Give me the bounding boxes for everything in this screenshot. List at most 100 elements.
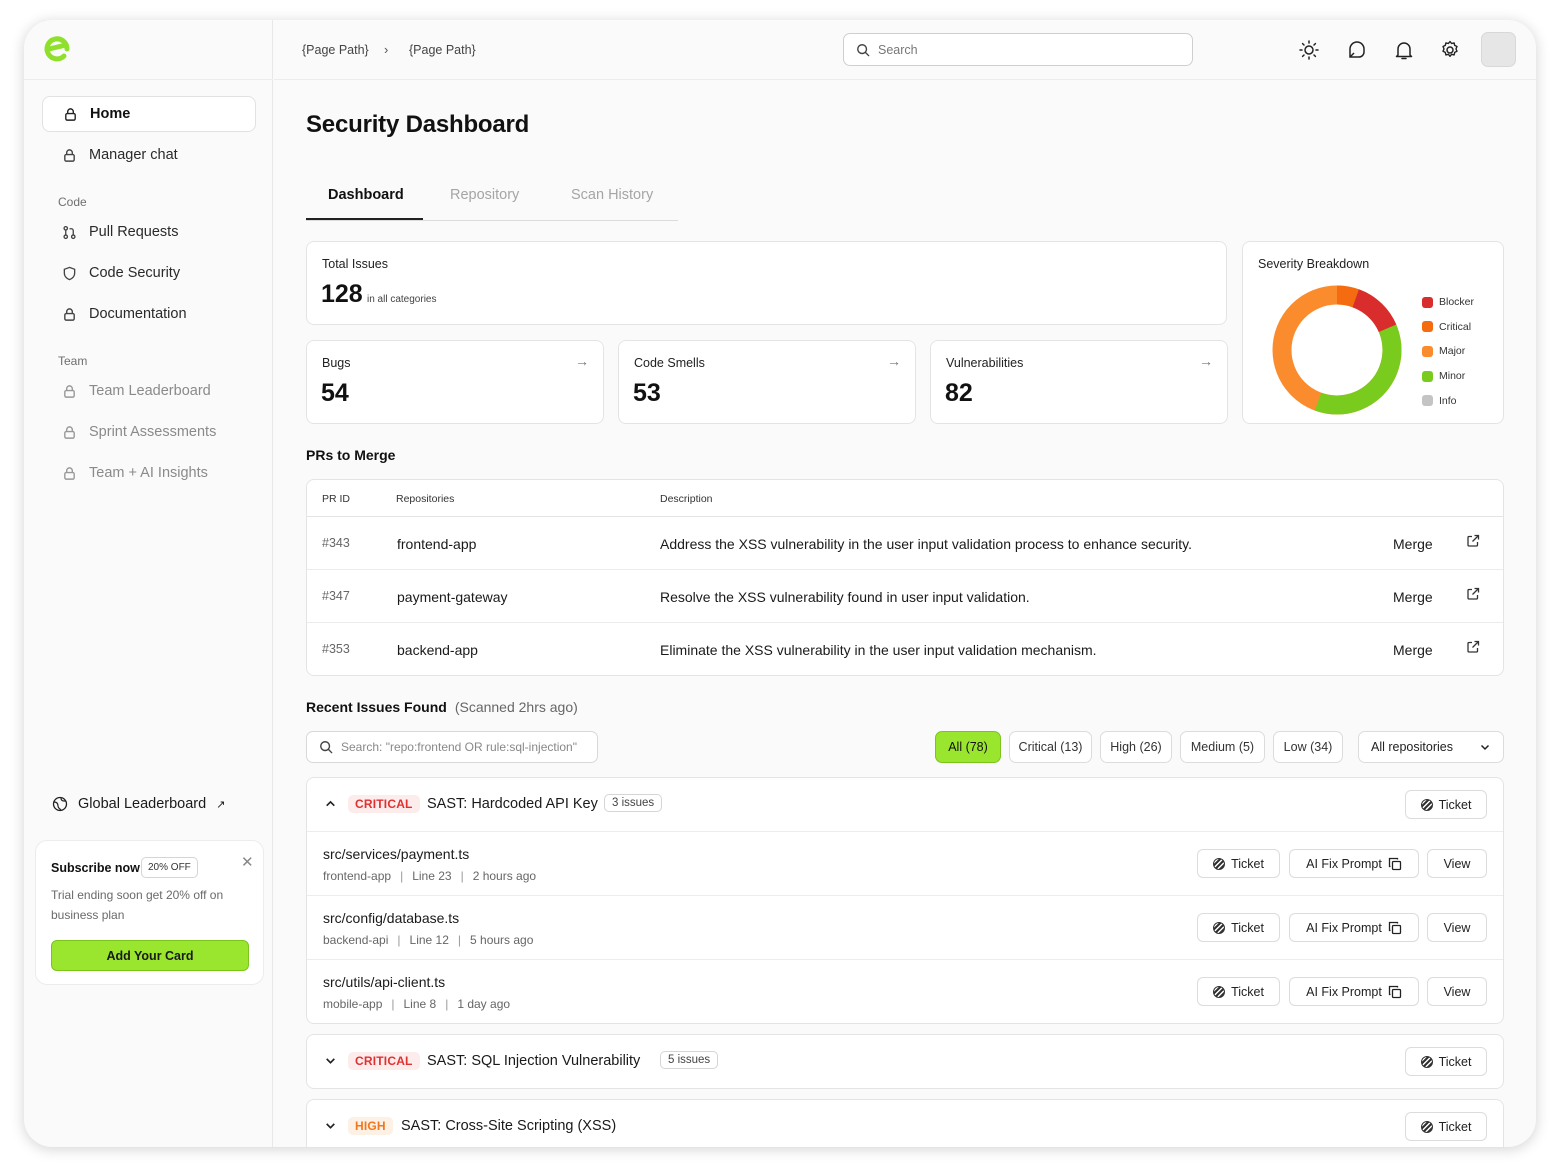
tab-dashboard[interactable]: Dashboard [328, 187, 404, 203]
arrow-right-icon: → [575, 353, 589, 369]
filter-chip-medium[interactable]: Medium (5) [1180, 731, 1265, 763]
issue-count-badge: 5 issues [660, 1051, 719, 1069]
issue-group-header[interactable]: CRITICAL SAST: Hardcoded API Key 3 issue… [307, 778, 1503, 831]
global-leaderboard-link[interactable]: Global Leaderboard ↗ [52, 796, 225, 812]
legend-label: Minor [1439, 370, 1466, 383]
sidebar-item-label: Sprint Assessments [89, 424, 217, 440]
search-input[interactable]: Search [843, 33, 1193, 66]
severity-breakdown-title: Severity Breakdown [1258, 257, 1370, 271]
severity-breakdown-card: Severity Breakdown Blocker Critical Majo… [1242, 241, 1504, 424]
lock-icon [64, 466, 75, 480]
issue-group-header[interactable]: HIGH SAST: Cross-Site Scripting (XSS) Ti… [307, 1100, 1503, 1147]
legend-swatch [1422, 370, 1433, 382]
chevron-up-icon[interactable] [324, 797, 337, 810]
ticket-label: Ticket [1438, 1119, 1472, 1134]
ticket-button[interactable]: Ticket [1405, 1047, 1487, 1076]
ticket-button[interactable]: Ticket [1405, 790, 1487, 819]
gear-icon[interactable] [1439, 39, 1461, 61]
filter-chip-low[interactable]: Low (34) [1273, 731, 1343, 763]
code-smells-card[interactable]: Code Smells → 53 [618, 340, 916, 424]
globe-icon [52, 796, 68, 812]
search-icon [857, 43, 870, 56]
ticket-icon [1213, 985, 1226, 998]
filter-chip-critical[interactable]: Critical (13) [1009, 731, 1092, 763]
vulnerabilities-value: 82 [945, 379, 973, 407]
view-button[interactable]: View [1427, 977, 1487, 1006]
external-link-icon[interactable] [1466, 587, 1480, 601]
external-link-icon[interactable] [1466, 534, 1480, 548]
pr-repo: payment-gateway [397, 589, 508, 605]
merge-button[interactable]: Merge [1393, 642, 1433, 658]
issues-search-placeholder: Search: "repo:frontend OR rule:sql-injec… [341, 740, 577, 754]
bugs-card[interactable]: Bugs → 54 [306, 340, 604, 424]
issue-group-header[interactable]: CRITICAL SAST: SQL Injection Vulnerabili… [307, 1035, 1503, 1088]
issue-group: CRITICAL SAST: Hardcoded API Key 3 issue… [306, 777, 1504, 1024]
avatar[interactable] [1481, 32, 1516, 67]
table-row: #347 payment-gateway Resolve the XSS vul… [307, 570, 1503, 623]
legend-swatch [1422, 345, 1433, 357]
tab-repository[interactable]: Repository [450, 187, 519, 203]
merge-button[interactable]: Merge [1393, 536, 1433, 552]
tab-scan-history[interactable]: Scan History [571, 187, 653, 203]
file-path[interactable]: src/utils/api-client.ts [323, 974, 445, 990]
ticket-button[interactable]: Ticket [1197, 977, 1280, 1006]
table-row: #343 frontend-app Address the XSS vulner… [307, 517, 1503, 570]
bell-icon[interactable] [1393, 39, 1415, 61]
brand-logo-icon[interactable] [42, 34, 72, 64]
view-button[interactable]: View [1427, 849, 1487, 878]
issue-group-title: SAST: Hardcoded API Key [427, 796, 598, 812]
sidebar-item-documentation[interactable]: Documentation [42, 296, 256, 332]
repository-select[interactable]: All repositories [1358, 731, 1504, 763]
sidebar-item-code-security[interactable]: Code Security [42, 255, 256, 291]
ticket-label: Ticket [1231, 920, 1264, 935]
tab-bar: Dashboard Repository Scan History [306, 184, 678, 221]
chevron-right-icon: › [384, 42, 389, 57]
ai-fix-prompt-button[interactable]: AI Fix Prompt [1289, 913, 1419, 942]
filter-chip-high[interactable]: High (26) [1100, 731, 1172, 763]
file-meta: mobile-app | Line 8 | 1 day ago [323, 997, 511, 1011]
chevron-down-icon[interactable] [324, 1054, 337, 1067]
file-path[interactable]: src/services/payment.ts [323, 846, 469, 862]
sun-icon[interactable] [1298, 39, 1320, 61]
sidebar-item-home[interactable]: Home [42, 96, 256, 132]
support-chat-icon[interactable] [1346, 39, 1368, 61]
legend-label: Major [1439, 345, 1466, 358]
column-header-repositories: Repositories [396, 493, 455, 505]
chevron-down-icon[interactable] [324, 1119, 337, 1132]
vulnerabilities-card[interactable]: Vulnerabilities → 82 [930, 340, 1228, 424]
prs-section-title: PRs to Merge [306, 447, 396, 463]
breadcrumb-item[interactable]: {Page Path} [302, 43, 369, 57]
page-title: Security Dashboard [306, 111, 530, 138]
sidebar-item-pull-requests[interactable]: Pull Requests [42, 214, 256, 250]
lock-icon [64, 307, 75, 321]
breadcrumb-item[interactable]: {Page Path} [409, 43, 476, 57]
app-window: Home Manager chat Code Pull Requests Cod… [24, 20, 1536, 1147]
filter-chip-all[interactable]: All (78) [935, 731, 1001, 763]
ai-fix-prompt-button[interactable]: AI Fix Prompt [1289, 977, 1419, 1006]
sidebar-item-team-ai-insights[interactable]: Team + AI Insights [42, 455, 256, 491]
close-icon[interactable]: ✕ [241, 853, 254, 871]
add-card-button[interactable]: Add Your Card [51, 940, 249, 971]
copy-icon [1388, 857, 1402, 870]
sidebar-item-sprint-assessments[interactable]: Sprint Assessments [42, 414, 256, 450]
ticket-icon [1213, 921, 1226, 934]
ticket-button[interactable]: Ticket [1405, 1112, 1487, 1141]
lock-icon [65, 107, 76, 121]
table-header: PR ID Repositories Description [307, 480, 1503, 517]
sidebar-item-team-leaderboard[interactable]: Team Leaderboard [42, 373, 256, 409]
ticket-button[interactable]: Ticket [1197, 913, 1280, 942]
sidebar-item-label: Code Security [89, 265, 181, 281]
pr-id: #343 [322, 536, 350, 550]
file-repo: mobile-app [323, 997, 383, 1011]
issues-search-input[interactable]: Search: "repo:frontend OR rule:sql-injec… [306, 731, 598, 763]
ticket-button[interactable]: Ticket [1197, 849, 1280, 878]
merge-button[interactable]: Merge [1393, 589, 1433, 605]
file-path[interactable]: src/config/database.ts [323, 910, 459, 926]
sidebar-section-team: Team [58, 354, 88, 368]
sidebar-item-manager-chat[interactable]: Manager chat [42, 137, 256, 173]
view-button[interactable]: View [1427, 913, 1487, 942]
external-link-icon[interactable] [1466, 640, 1480, 654]
issue-group: CRITICAL SAST: SQL Injection Vulnerabili… [306, 1034, 1504, 1089]
ai-fix-prompt-button[interactable]: AI Fix Prompt [1289, 849, 1419, 878]
ticket-icon [1420, 798, 1433, 811]
